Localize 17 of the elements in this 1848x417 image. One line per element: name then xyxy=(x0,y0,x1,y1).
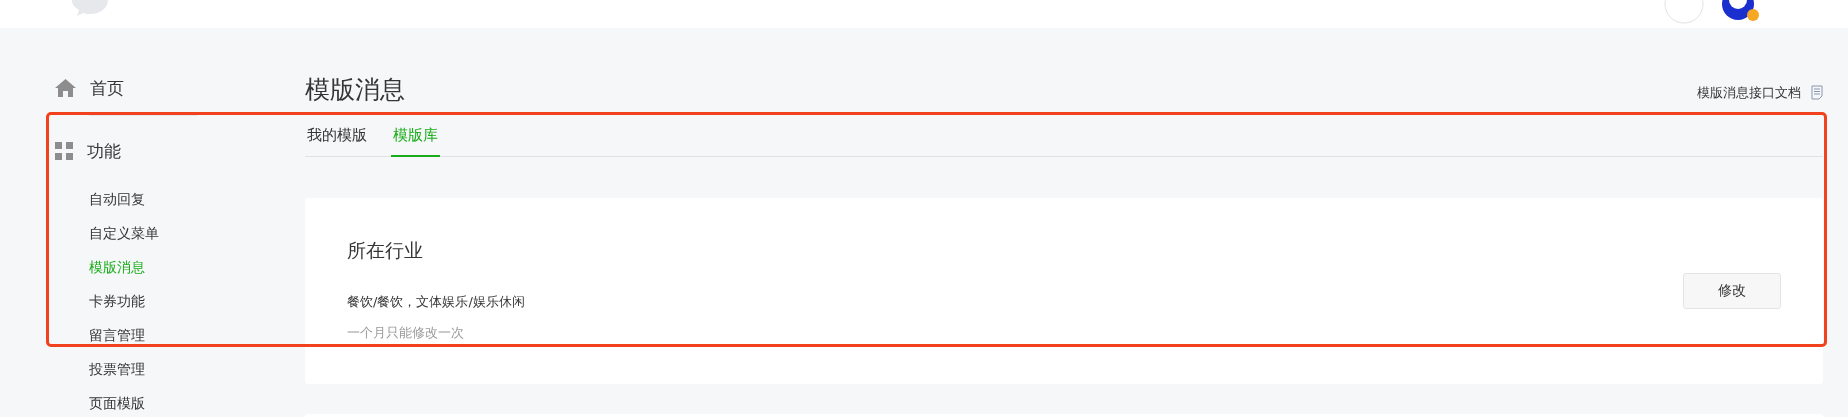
sidebar-item[interactable]: 留言管理 xyxy=(89,326,250,346)
sidebar-item[interactable]: 投票管理 xyxy=(89,360,250,380)
sidebar-item[interactable]: 页面模版 xyxy=(89,394,250,414)
industry-value: 餐饮/餐饮，文体娱乐/娱乐休闲 xyxy=(347,294,525,310)
doc-link[interactable]: 模版消息接口文档 xyxy=(1697,83,1823,102)
card-title: 所在行业 xyxy=(347,238,424,262)
grid-icon xyxy=(55,142,73,160)
sidebar-item[interactable]: 功能 xyxy=(55,136,250,166)
document-icon xyxy=(1811,85,1823,100)
edit-button[interactable]: 修改 xyxy=(1683,273,1781,309)
sidebar-item[interactable]: 首页 xyxy=(55,74,250,102)
sidebar-item[interactable]: 卡券功能 xyxy=(89,292,250,312)
home-icon xyxy=(55,79,76,97)
sidebar-item[interactable]: 自动回复 xyxy=(89,190,250,210)
sidebar-item[interactable]: 自定义菜单 xyxy=(89,224,250,244)
tab[interactable]: 我的模版 xyxy=(305,126,369,157)
page-title: 模版消息 xyxy=(305,74,405,106)
